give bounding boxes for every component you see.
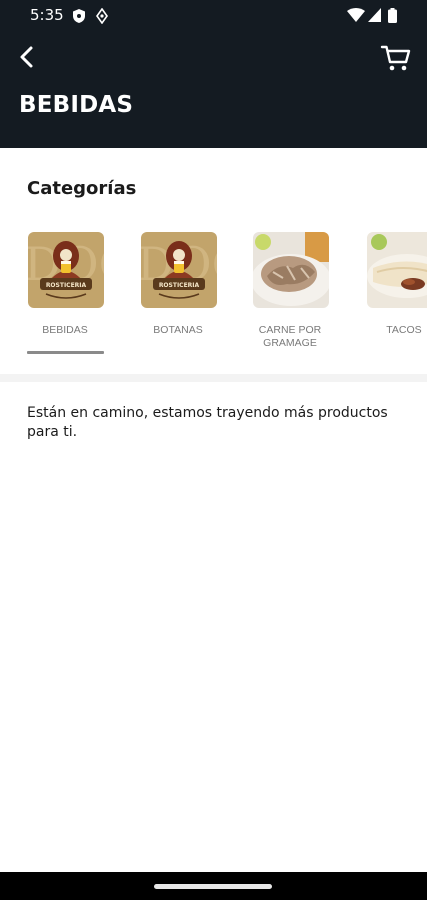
category-label: TACOS xyxy=(386,324,422,336)
category-label: CARNE POR GRAMAGE xyxy=(258,324,322,349)
category-item-tacos[interactable]: TACOS xyxy=(359,232,427,362)
meat-plate-image xyxy=(253,232,329,308)
shield-icon xyxy=(73,9,85,23)
home-gesture-handle[interactable] xyxy=(154,884,272,889)
app-header: 5:35 BEBIDAS xyxy=(0,0,427,148)
battery-icon xyxy=(388,8,397,23)
category-label: BEBIDAS xyxy=(42,324,88,336)
categories-title: Categorías xyxy=(27,178,137,199)
brand-logo-image: DOQ ROSTICERIA xyxy=(141,232,217,308)
category-thumb: DOQ ROSTICERIA xyxy=(141,232,217,308)
wifi-icon xyxy=(347,8,365,22)
status-bar: 5:35 xyxy=(0,0,427,30)
page-title: BEBIDAS xyxy=(19,92,134,118)
back-button[interactable] xyxy=(12,42,42,72)
location-icon xyxy=(96,8,108,24)
svg-text:ROSTICERIA: ROSTICERIA xyxy=(46,282,87,289)
svg-text:ROSTICERIA: ROSTICERIA xyxy=(159,282,200,289)
category-thumb: DOQ ROSTICERIA xyxy=(28,232,104,308)
system-nav-bar xyxy=(0,872,427,900)
cart-icon xyxy=(380,45,411,71)
tacos-image xyxy=(367,232,427,308)
status-time: 5:35 xyxy=(30,6,64,24)
brand-logo-image: DOQ ROSTICERIA xyxy=(28,232,104,308)
category-item-carne-por-gramage[interactable]: CARNE POR GRAMAGE xyxy=(245,232,335,362)
section-divider xyxy=(0,374,427,382)
categories-section: Categorías DOQ ROSTICERIA BEBIDAS DOQ xyxy=(0,148,427,374)
category-thumb xyxy=(253,232,329,308)
chevron-left-icon xyxy=(20,46,33,68)
category-label: BOTANAS xyxy=(153,324,203,336)
empty-state-message: Están en camino, estamos trayendo más pr… xyxy=(27,405,388,440)
category-thumb xyxy=(367,232,427,308)
cart-button[interactable] xyxy=(380,42,412,74)
category-item-bebidas[interactable]: DOQ ROSTICERIA BEBIDAS xyxy=(20,232,110,362)
category-item-botanas[interactable]: DOQ ROSTICERIA BOTANAS xyxy=(133,232,223,362)
signal-icon xyxy=(368,8,381,22)
selected-category-indicator xyxy=(27,351,104,354)
